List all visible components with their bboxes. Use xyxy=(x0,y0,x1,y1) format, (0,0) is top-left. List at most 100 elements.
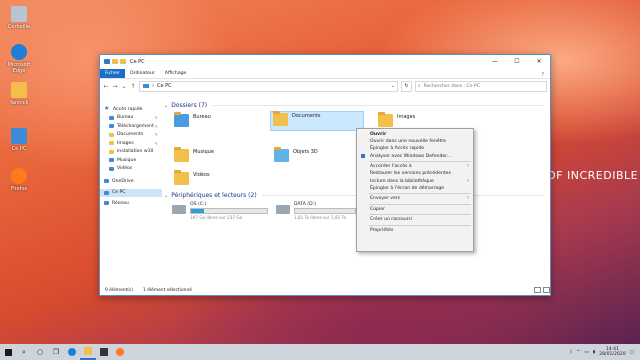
up-arrow-icon[interactable]: ↑ xyxy=(130,83,136,90)
task-view-icon[interactable]: ❐ xyxy=(48,344,64,360)
tab-affichage[interactable]: Affichage xyxy=(160,69,192,78)
maximize-button[interactable]: ☐ xyxy=(506,55,528,68)
context-menu-separator xyxy=(369,160,471,162)
search-input[interactable]: ⌕ Rechercher dans : Ce PC xyxy=(415,80,547,92)
refresh-button[interactable]: ↻ xyxy=(401,80,412,92)
context-menu-item[interactable]: Ouvrir xyxy=(357,131,473,138)
context-menu-item-label: Inclure dans la bibliothèque xyxy=(370,178,434,184)
desktop-icon-firefox[interactable]: Firefox xyxy=(2,168,36,192)
chevron-up-icon[interactable]: ^ xyxy=(577,350,581,355)
context-menu-separator xyxy=(369,203,471,205)
desktop-icon-recycle-bin[interactable]: Corbeille xyxy=(2,6,36,30)
folder-videos[interactable]: Vidéos xyxy=(174,170,210,185)
properties-icon[interactable] xyxy=(112,59,118,64)
folder-musique[interactable]: Musique xyxy=(174,147,214,162)
computer-icon xyxy=(104,190,109,195)
context-menu-item-label: Copier xyxy=(370,206,385,212)
drive-usage-bar xyxy=(294,208,356,214)
context-menu-item[interactable]: Inclure dans la bibliothèque › xyxy=(357,178,473,185)
sidebar-item-reseau[interactable]: Réseau xyxy=(100,199,162,208)
folder-documents[interactable]: Documents xyxy=(270,111,364,131)
folder-images[interactable]: Images xyxy=(378,112,416,127)
context-menu-item-label: Ouvrir dans une nouvelle fenêtre xyxy=(370,139,446,145)
pin-icon: ✎ xyxy=(154,140,158,146)
sidebar-item-acces-rapide[interactable]: ★ Accès rapide xyxy=(100,105,162,114)
sidebar-item-telechargement[interactable]: Téléchargement ✎ xyxy=(100,122,162,131)
star-icon: ★ xyxy=(104,105,110,113)
clock[interactable]: 14:41 28/01/2020 xyxy=(599,347,625,358)
sidebar-item-label: Bureau xyxy=(117,115,134,121)
cortana-icon[interactable]: ○ xyxy=(32,344,48,360)
store-icon xyxy=(100,348,108,356)
sidebar-item-label: Ce PC xyxy=(112,190,126,196)
pin-icon: ✎ xyxy=(154,123,158,129)
sidebar-item-ce-pc[interactable]: Ce PC xyxy=(100,188,162,197)
context-menu-item[interactable]: Épingler à Accès rapide xyxy=(357,145,473,152)
tab-ordinateur[interactable]: Ordinateur xyxy=(125,69,160,78)
folder-label: Bureau xyxy=(193,114,211,120)
drive-name: DATA (D:) xyxy=(294,202,316,207)
forward-arrow-icon[interactable]: → xyxy=(112,83,118,90)
firefox-taskbar-icon[interactable] xyxy=(112,344,128,360)
sidebar-item-label: Documents xyxy=(117,132,144,138)
drive-d[interactable]: DATA (D:) 1,81 To libres sur 1,81 To xyxy=(276,202,356,220)
help-icon[interactable]: ? xyxy=(541,72,550,78)
network-icon[interactable]: ▭ xyxy=(584,350,588,355)
details-view-icon[interactable] xyxy=(534,287,541,293)
sidebar-item-videos[interactable]: Vidéos xyxy=(100,165,162,174)
drive-c[interactable]: OS (C:) 197 Go libres sur 237 Go xyxy=(172,202,268,220)
sidebar-item-installation-w10[interactable]: installation w10 xyxy=(100,148,162,157)
volume-icon[interactable]: ◖ xyxy=(593,350,595,355)
minimize-button[interactable]: — xyxy=(484,55,506,68)
folder-bureau[interactable]: Bureau xyxy=(174,112,211,127)
store-taskbar-icon[interactable] xyxy=(96,344,112,360)
tab-fichier[interactable]: Fichier xyxy=(100,69,126,78)
folders-group-header[interactable]: ⌄ Dossiers (7) xyxy=(164,101,548,110)
folder-objets-3d[interactable]: Objets 3D xyxy=(274,147,318,162)
context-menu-item[interactable]: Accorder l'accès à › xyxy=(357,163,473,170)
search-placeholder: Rechercher dans : Ce PC xyxy=(423,83,481,89)
title-bar[interactable]: Ce PC — ☐ ✕ xyxy=(100,55,550,68)
context-menu-item[interactable]: Analyser avec Windows Defender... xyxy=(357,153,473,160)
context-menu-item[interactable]: Créer un raccourci xyxy=(357,216,473,223)
context-menu-separator xyxy=(369,224,471,226)
sidebar-item-images[interactable]: Images ✎ xyxy=(100,139,162,148)
close-button[interactable]: ✕ xyxy=(528,55,550,68)
context-menu-item[interactable]: Envoyer vers › xyxy=(357,195,473,202)
folder-icon xyxy=(84,347,92,355)
large-icons-view-icon[interactable] xyxy=(543,287,550,293)
desktop-icon-label: Firefox xyxy=(10,186,28,192)
new-folder-icon[interactable] xyxy=(120,59,126,64)
desktop-icon-ce-pc[interactable]: Ce PC xyxy=(2,128,36,152)
desktop-icon-edge[interactable]: Microsoft Edge xyxy=(2,44,36,74)
cloud-icon xyxy=(104,179,109,184)
drive-usage-bar xyxy=(190,208,268,214)
start-button[interactable] xyxy=(0,344,16,360)
folder-desktop-icon xyxy=(174,112,189,127)
context-menu-item[interactable]: Copier xyxy=(357,206,473,213)
recent-chevron-icon[interactable]: ⌄ xyxy=(121,83,127,90)
submenu-arrow-icon: › xyxy=(467,177,469,184)
desktop-icon-yannick[interactable]: Yannick xyxy=(2,82,36,106)
edge-taskbar-icon[interactable] xyxy=(64,344,80,360)
chevron-down-icon[interactable]: ⌄ xyxy=(389,83,397,89)
sidebar-item-label: Images xyxy=(117,140,134,146)
address-row: ← → ⌄ ↑ › Ce PC ⌄ ↻ ⌕ Rechercher dans : … xyxy=(100,79,550,93)
context-menu-item[interactable]: Ouvrir dans une nouvelle fenêtre xyxy=(357,138,473,145)
context-menu-item[interactable]: Propriétés xyxy=(357,227,473,234)
context-menu-item-label: Analyser avec Windows Defender... xyxy=(370,153,452,159)
sidebar-item-bureau[interactable]: Bureau ✎ xyxy=(100,114,162,123)
sidebar-item-musique[interactable]: Musique xyxy=(100,156,162,165)
sidebar-item-onedrive[interactable]: OneDrive xyxy=(100,177,162,186)
file-explorer-taskbar-icon[interactable] xyxy=(80,344,96,360)
bluetooth-icon[interactable]: ᛒ xyxy=(570,349,573,355)
folder-label: Images xyxy=(397,114,416,120)
address-bar[interactable]: › Ce PC ⌄ xyxy=(139,80,398,92)
music-icon xyxy=(109,158,114,163)
back-arrow-icon[interactable]: ← xyxy=(103,83,109,90)
notifications-icon[interactable]: ▢ xyxy=(630,350,634,355)
context-menu-item[interactable]: Épingler à l'écran de démarrage xyxy=(357,185,473,192)
search-icon[interactable]: ⌕ xyxy=(16,344,32,360)
context-menu-item[interactable]: Restaurer les versions précédentes xyxy=(357,170,473,177)
sidebar-item-documents[interactable]: Documents ✎ xyxy=(100,131,162,140)
